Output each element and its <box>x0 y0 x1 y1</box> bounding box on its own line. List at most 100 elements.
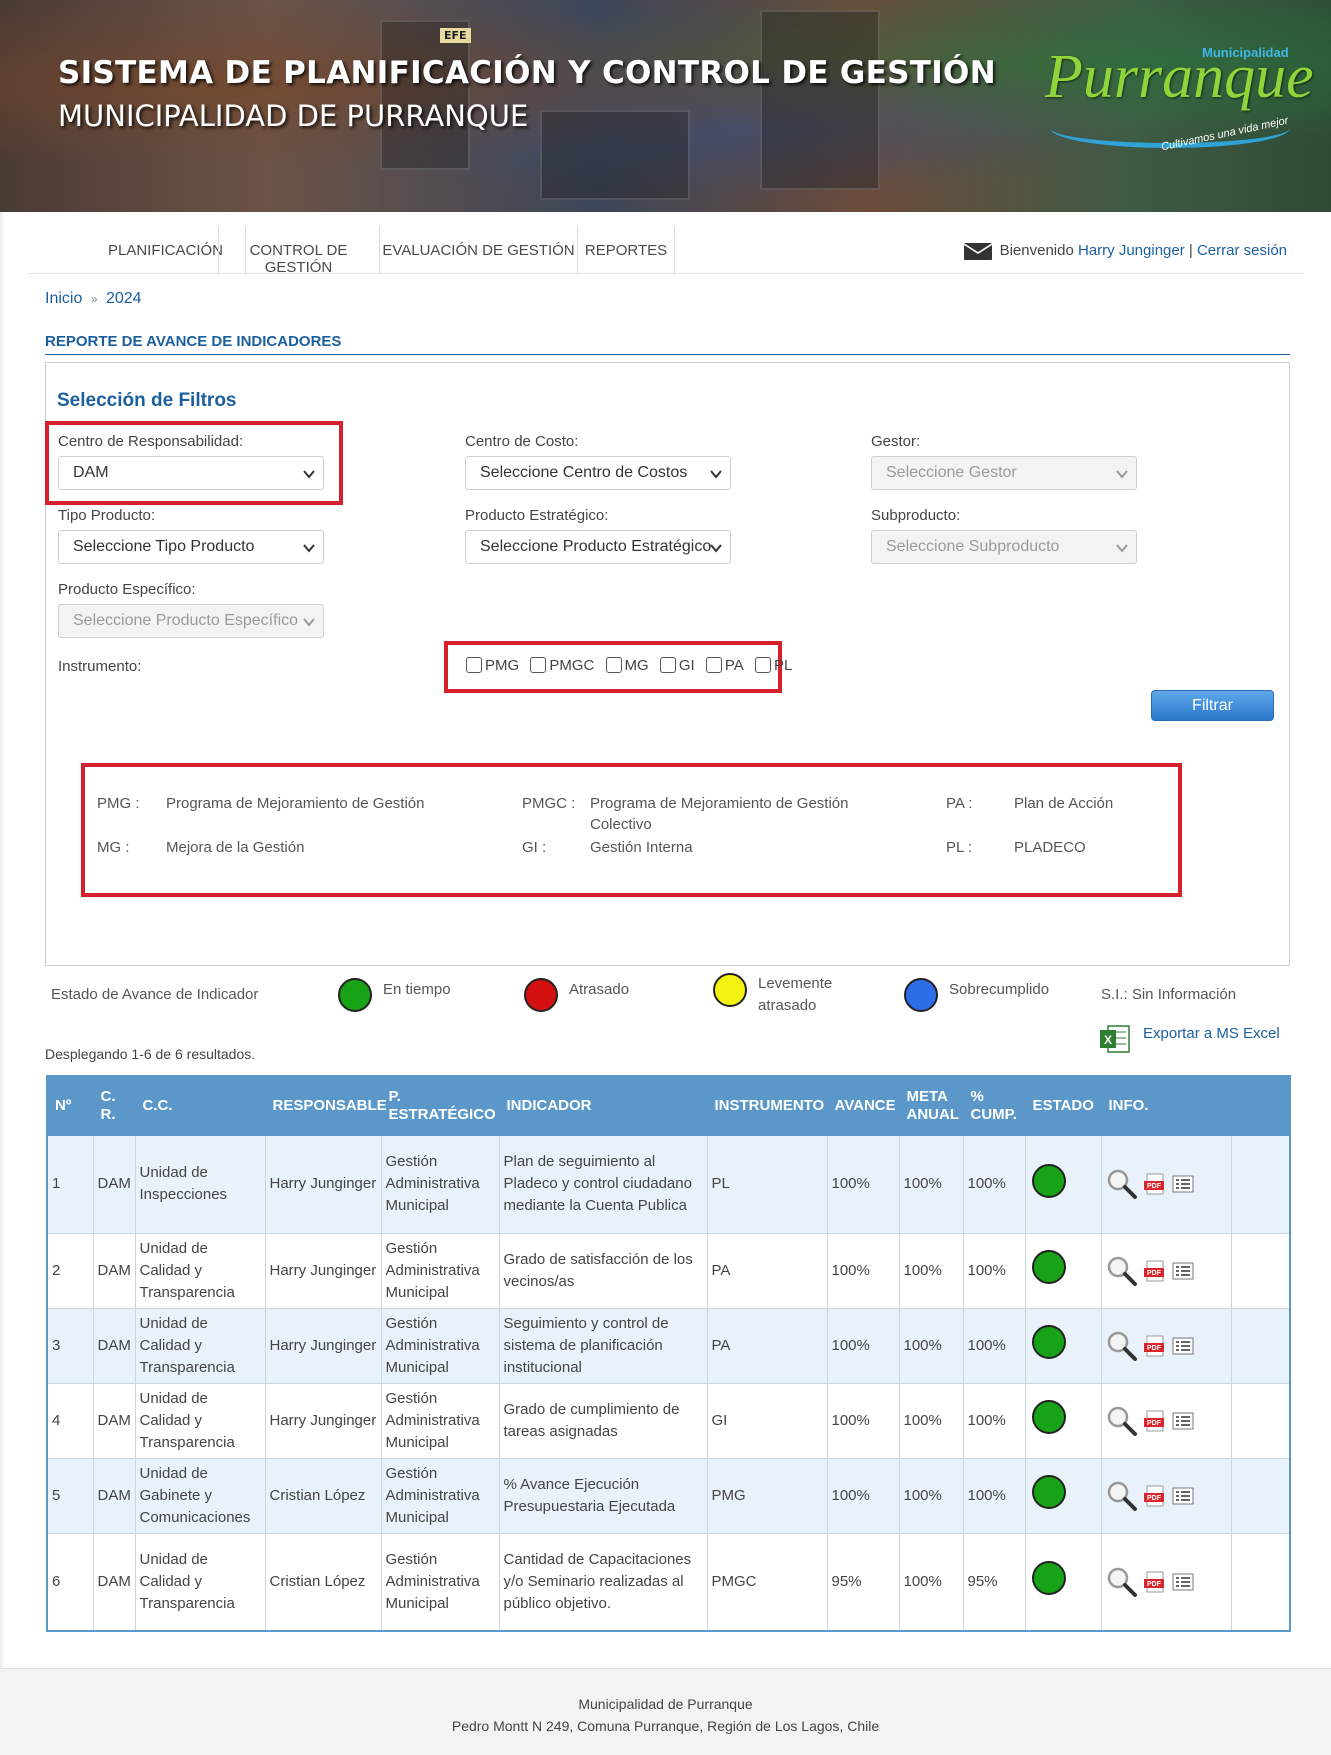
user-name-link[interactable]: Harry Junginger <box>1078 242 1185 259</box>
cell-avance: 100% <box>826 1307 900 1384</box>
pdf-icon[interactable]: PDF <box>1143 1260 1166 1282</box>
table-row: 3 DAM Unidad de Calidad y Transparencia Har… <box>46 1307 1291 1384</box>
cell-instrumento: PMG <box>706 1457 828 1534</box>
chevron-down-icon <box>1116 544 1128 553</box>
col-header-meta[interactable]: META ANUAL <box>898 1075 964 1136</box>
col-header-empty <box>1230 1075 1291 1136</box>
producto-especifico-value: Seleccione Producto Específico <box>73 612 299 629</box>
checkbox-gi-label: GI <box>678 656 695 674</box>
cell-pe: Gestión Administrativa Municipal <box>380 1382 500 1459</box>
breadcrumb-year[interactable]: 2024 <box>106 290 142 307</box>
pdf-icon[interactable]: PDF <box>1143 1485 1166 1507</box>
checkbox-gi[interactable] <box>659 657 676 674</box>
cell-empty <box>1230 1232 1291 1309</box>
pdf-icon[interactable]: PDF <box>1143 1173 1166 1195</box>
legend-pa-code: PA : <box>946 795 973 812</box>
list-detail-icon[interactable] <box>1172 1337 1194 1355</box>
cell-meta: 100% <box>898 1232 964 1309</box>
legend-pmgc-desc: Programa de Mejoramiento de Gestión Cole… <box>590 795 849 833</box>
nav-reportes[interactable]: REPORTES <box>578 226 675 274</box>
cell-info: PDF <box>1100 1457 1232 1534</box>
cell-indicador: Grado de cumplimiento de tareas asignada… <box>498 1382 708 1459</box>
cell-responsable: Harry Junginger <box>264 1232 382 1309</box>
col-header-cump[interactable]: % CUMP. <box>962 1075 1026 1136</box>
cell-empty <box>1230 1532 1291 1632</box>
checkbox-pl[interactable] <box>754 657 771 674</box>
list-detail-icon[interactable] <box>1172 1487 1194 1505</box>
producto-especifico-select[interactable]: Seleccione Producto Específico <box>58 604 324 638</box>
pdf-icon[interactable]: PDF <box>1143 1335 1166 1357</box>
cell-cr: DAM <box>92 1307 136 1384</box>
cell-responsable: Harry Junginger <box>264 1307 382 1384</box>
nav-evaluacion-de-gestion[interactable]: EVALUACIÓN DE GESTIÓN <box>380 226 578 274</box>
cell-cump: 100% <box>962 1134 1026 1234</box>
logout-link[interactable]: Cerrar sesión <box>1197 242 1287 259</box>
checkbox-pmg[interactable] <box>466 657 482 674</box>
breadcrumb-home[interactable]: Inicio <box>45 290 82 307</box>
filtrar-button[interactable]: Filtrar <box>1151 690 1274 721</box>
centro-costo-select[interactable]: Seleccione Centro de Costos <box>465 456 731 490</box>
cell-instrumento: PMGC <box>706 1532 828 1632</box>
cell-cr: DAM <box>92 1532 136 1632</box>
cell-pe: Gestión Administrativa Municipal <box>380 1134 500 1234</box>
col-header-pe[interactable]: P. ESTRATÉGICO <box>380 1075 500 1136</box>
main-navbar: PLANIFICACIÓN CONTROL DE GESTIÓN EVALUAC… <box>28 212 1303 276</box>
list-detail-icon[interactable] <box>1172 1175 1194 1193</box>
magnifier-icon[interactable] <box>1106 1330 1138 1362</box>
status-green-icon <box>1031 1163 1066 1198</box>
svg-text:X: X <box>1104 1033 1112 1047</box>
cell-responsable: Cristian López <box>264 1532 382 1632</box>
checkbox-pa-label: PA <box>724 656 744 674</box>
col-header-indicador[interactable]: INDICADOR <box>498 1075 708 1136</box>
col-header-instrumento[interactable]: INSTRUMENTO <box>706 1075 828 1136</box>
centro-responsabilidad-value: DAM <box>73 464 109 481</box>
export-excel-link[interactable]: Exportar a MS Excel <box>1143 1025 1280 1042</box>
chevron-down-icon <box>710 470 722 479</box>
title-divider <box>45 354 1290 355</box>
mail-icon <box>963 242 992 260</box>
legend-pmg-code: PMG : <box>97 795 140 812</box>
checkbox-pl-label: PL <box>773 656 793 674</box>
magnifier-icon[interactable] <box>1106 1255 1138 1287</box>
list-detail-icon[interactable] <box>1172 1412 1194 1430</box>
gestor-select[interactable]: Seleccione Gestor <box>871 456 1137 490</box>
list-detail-icon[interactable] <box>1172 1262 1194 1280</box>
producto-estrategico-select[interactable]: Seleccione Producto Estratégico <box>465 530 731 564</box>
subproducto-select[interactable]: Seleccione Subproducto <box>871 530 1137 564</box>
cell-pe: Gestión Administrativa Municipal <box>380 1232 500 1309</box>
excel-icon[interactable]: X <box>1100 1025 1130 1053</box>
col-header-avance[interactable]: AVANCE <box>826 1075 900 1136</box>
col-header-n[interactable]: Nº <box>46 1075 94 1136</box>
magnifier-icon[interactable] <box>1106 1405 1138 1437</box>
cell-info: PDF <box>1100 1382 1232 1459</box>
magnifier-icon[interactable] <box>1106 1168 1138 1200</box>
svg-text:PDF: PDF <box>1147 1183 1162 1190</box>
checkbox-mg[interactable] <box>605 657 622 674</box>
cell-info: PDF <box>1100 1532 1232 1632</box>
cell-cump: 100% <box>962 1457 1026 1534</box>
list-detail-icon[interactable] <box>1172 1573 1194 1591</box>
gestor-value: Seleccione Gestor <box>886 464 1017 481</box>
page-footer: Municipalidad de Purranque Pedro Montt N… <box>0 1668 1331 1755</box>
cell-cr: DAM <box>92 1134 136 1234</box>
cell-meta: 100% <box>898 1307 964 1384</box>
magnifier-icon[interactable] <box>1106 1566 1138 1598</box>
magnifier-icon[interactable] <box>1106 1480 1138 1512</box>
page-title: REPORTE DE AVANCE DE INDICADORES <box>45 333 342 350</box>
producto-estrategico-value: Seleccione Producto Estratégico <box>480 538 712 555</box>
legend-pl-desc: PLADECO <box>1014 839 1086 856</box>
status-en-tiempo-label: En tiempo <box>383 981 451 998</box>
pdf-icon[interactable]: PDF <box>1143 1410 1166 1432</box>
checkbox-pmgc[interactable] <box>530 657 547 674</box>
col-header-estado[interactable]: ESTADO <box>1024 1075 1102 1136</box>
cell-estado <box>1024 1307 1102 1384</box>
centro-responsabilidad-select[interactable]: DAM <box>58 456 324 490</box>
checkbox-pa[interactable] <box>705 657 722 674</box>
col-header-cc[interactable]: C.C. <box>134 1075 266 1136</box>
tipo-producto-select[interactable]: Seleccione Tipo Producto <box>58 530 324 564</box>
nav-control-de-gestion[interactable]: CONTROL DE GESTIÓN <box>218 226 380 276</box>
pdf-icon[interactable]: PDF <box>1143 1571 1166 1593</box>
col-header-cr[interactable]: C. R. <box>92 1075 136 1136</box>
cell-meta: 100% <box>898 1457 964 1534</box>
col-header-responsable[interactable]: RESPONSABLE <box>264 1075 387 1136</box>
